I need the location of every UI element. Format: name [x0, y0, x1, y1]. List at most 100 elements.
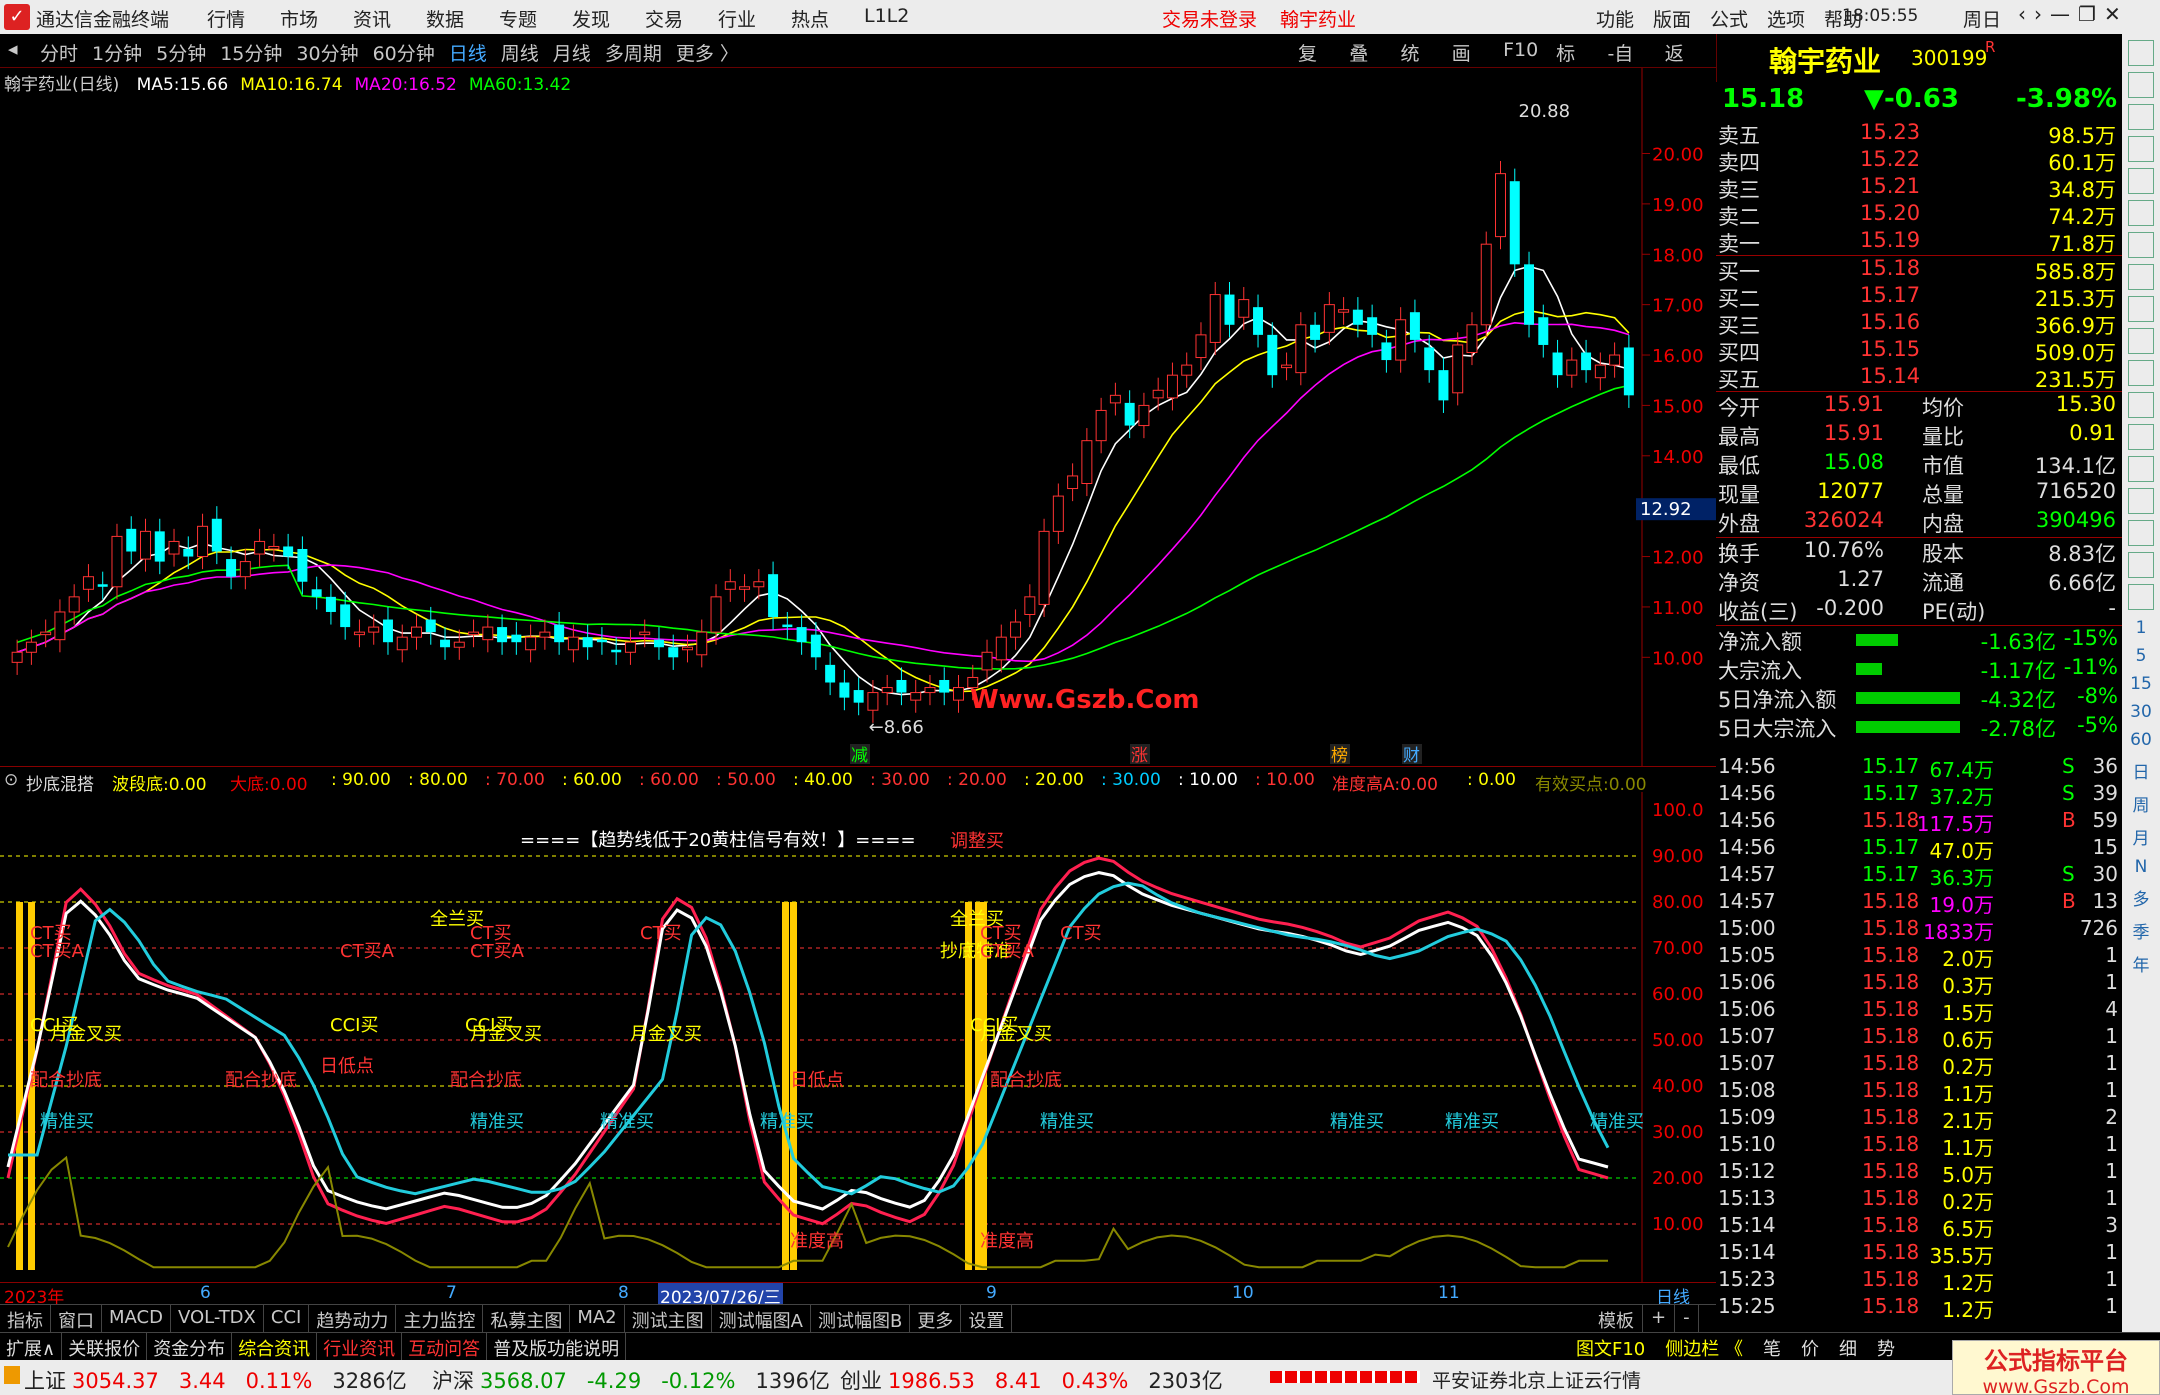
chart-icon[interactable]	[2128, 424, 2154, 450]
period-side-button[interactable]: 年	[2122, 951, 2160, 976]
list-icon[interactable]	[2128, 136, 2154, 162]
period-tab[interactable]: 30分钟	[296, 39, 358, 66]
period-tab[interactable]: 更多 〉	[676, 39, 739, 66]
panel-tab[interactable]: 价	[1791, 1333, 1829, 1363]
indicator-tab[interactable]: 趋势动力	[309, 1305, 397, 1332]
indicator-tab[interactable]: 设置	[961, 1305, 1013, 1332]
period-tab[interactable]: 分时	[40, 39, 78, 66]
period-tab[interactable]: 日线	[449, 39, 487, 66]
toggle-panel-icon[interactable]: ◂	[8, 38, 18, 60]
index-quote[interactable]: 沪深 3568.07 -4.29 -0.12% 1396亿	[432, 1365, 830, 1395]
orderbook-row[interactable]: 买一 15.18 585.8万	[1716, 256, 2122, 284]
orderbook-row[interactable]: 卖二 15.20 74.2万	[1716, 201, 2122, 229]
indicator-tab[interactable]: 测试幅图A	[712, 1305, 811, 1332]
trend-icon[interactable]	[2128, 200, 2154, 226]
menu-item[interactable]: 数据	[426, 5, 499, 32]
trade-status[interactable]: 交易未登录	[1162, 5, 1257, 32]
back-icon[interactable]: ‹	[2018, 2, 2026, 26]
menu-item[interactable]: 交易	[645, 5, 718, 32]
info-tab[interactable]: 关联报价	[62, 1333, 148, 1363]
period-tab[interactable]: 1分钟	[92, 39, 142, 66]
menu-item[interactable]: L1L2	[864, 5, 937, 32]
period-tab[interactable]: 5分钟	[156, 39, 206, 66]
panel-tab[interactable]: 侧边栏 《	[1655, 1333, 1753, 1363]
right-menu-item[interactable]: 选项	[1767, 5, 1824, 32]
indicator-tab[interactable]: 更多	[910, 1305, 962, 1332]
indicator-tab[interactable]: VOL-TDX	[171, 1305, 264, 1332]
menu-item[interactable]: 市场	[280, 5, 353, 32]
indicator-arrow-icon[interactable]: ⊙	[4, 770, 18, 790]
menu-item[interactable]: 行情	[207, 5, 280, 32]
period-side-button[interactable]: 季	[2122, 918, 2160, 943]
orderbook-row[interactable]: 买五 15.14 231.5万	[1716, 364, 2122, 392]
compare-icon[interactable]	[2128, 232, 2154, 258]
close-icon[interactable]: ✕	[2104, 2, 2121, 26]
panel-tab[interactable]: 势	[1867, 1333, 1905, 1363]
indicator-tab[interactable]: 指标	[0, 1305, 51, 1332]
period-side-button[interactable]: 多	[2122, 885, 2160, 910]
news-icon[interactable]	[2128, 104, 2154, 130]
index-quote[interactable]: 创业 1986.53 8.41 0.43% 2303亿	[840, 1365, 1223, 1395]
orderbook-row[interactable]: 卖四 15.22 60.1万	[1716, 147, 2122, 175]
template-button[interactable]: 模板	[1590, 1305, 1643, 1335]
restore-icon[interactable]: ❐	[2078, 2, 2096, 26]
menu-item[interactable]: 行业	[718, 5, 791, 32]
info-icon[interactable]	[2128, 488, 2154, 514]
period-side-button[interactable]: N	[2122, 857, 2160, 877]
pen-icon[interactable]	[2128, 552, 2154, 578]
up-arrow-icon[interactable]	[2128, 40, 2154, 66]
indicator-tab[interactable]: MA2	[570, 1305, 625, 1332]
grid-icon[interactable]	[2128, 392, 2154, 418]
info-tab[interactable]: 综合资讯	[232, 1333, 318, 1363]
menu-item[interactable]: 发现	[572, 5, 645, 32]
period-tab[interactable]: 月线	[553, 39, 591, 66]
info-tab[interactable]: 资金分布	[147, 1333, 233, 1363]
indicator-tab[interactable]: 测试幅图B	[811, 1305, 911, 1332]
table2-icon[interactable]	[2128, 584, 2154, 610]
info-tab[interactable]: 扩展∧	[0, 1333, 63, 1363]
minimize-icon[interactable]: —	[2050, 2, 2070, 26]
f10-icon[interactable]	[2128, 296, 2154, 322]
right-menu-item[interactable]: 版面	[1653, 5, 1710, 32]
info-tab[interactable]: 行业资讯	[317, 1333, 403, 1363]
template-button[interactable]: +	[1643, 1305, 1676, 1335]
index-quote[interactable]: 上证 3054.37 3.44 0.11% 3286亿	[24, 1365, 407, 1395]
period-side-button[interactable]: 月	[2122, 824, 2160, 849]
indicator-tab[interactable]: 主力监控	[396, 1305, 484, 1332]
period-side-button[interactable]: 日	[2122, 758, 2160, 783]
calendar-icon[interactable]	[2128, 264, 2154, 290]
minute-period-button[interactable]: 5	[2122, 646, 2160, 666]
minute-period-button[interactable]: 15	[2122, 674, 2160, 694]
orderbook-row[interactable]: 买三 15.16 366.9万	[1716, 310, 2122, 338]
move-icon[interactable]	[2128, 520, 2154, 546]
minute-period-button[interactable]: 1	[2122, 618, 2160, 638]
rsi-icon[interactable]	[2128, 456, 2154, 482]
template-button[interactable]: -	[1675, 1305, 1699, 1335]
orderbook-row[interactable]: 买二 15.17 215.3万	[1716, 283, 2122, 311]
indicator-tab[interactable]: 窗口	[51, 1305, 102, 1332]
indicator-chart[interactable]: 100.0 90.00 80.00 70.00 60.00 50.00 40.00 30.00…	[0, 792, 1716, 1282]
menu-item[interactable]: 专题	[499, 5, 572, 32]
menu-item[interactable]: 热点	[791, 5, 864, 32]
orderbook-row[interactable]: 买四 15.15 509.0万	[1716, 337, 2122, 365]
menu-item[interactable]: 资讯	[353, 5, 426, 32]
finance-icon[interactable]	[2128, 328, 2154, 354]
period-tab[interactable]: 周线	[501, 39, 539, 66]
panel-tab[interactable]: 图文F10	[1566, 1333, 1655, 1363]
indicator-tab[interactable]: 私募主图	[483, 1305, 571, 1332]
right-menu-item[interactable]: 公式	[1710, 5, 1767, 32]
panel-tab[interactable]: 细	[1829, 1333, 1867, 1363]
info-tab[interactable]: 普及版功能说明	[487, 1333, 627, 1363]
indicator-tab[interactable]: 测试主图	[625, 1305, 712, 1332]
indices-icon[interactable]	[4, 1366, 20, 1384]
kline-chart[interactable]: 20.0019.0018.0017.0016.0015.0014.0013.00…	[0, 68, 1716, 766]
period-tab[interactable]: 15分钟	[220, 39, 282, 66]
indicator-tab[interactable]: CCI	[264, 1305, 310, 1332]
minute-period-button[interactable]: 30	[2122, 702, 2160, 722]
period-tab[interactable]: 多周期	[605, 39, 662, 66]
period-side-button[interactable]: 周	[2122, 791, 2160, 816]
period-tab[interactable]: 60分钟	[373, 39, 435, 66]
table-icon[interactable]	[2128, 168, 2154, 194]
orderbook-row[interactable]: 卖三 15.21 34.8万	[1716, 174, 2122, 202]
f2-icon[interactable]	[2128, 360, 2154, 386]
